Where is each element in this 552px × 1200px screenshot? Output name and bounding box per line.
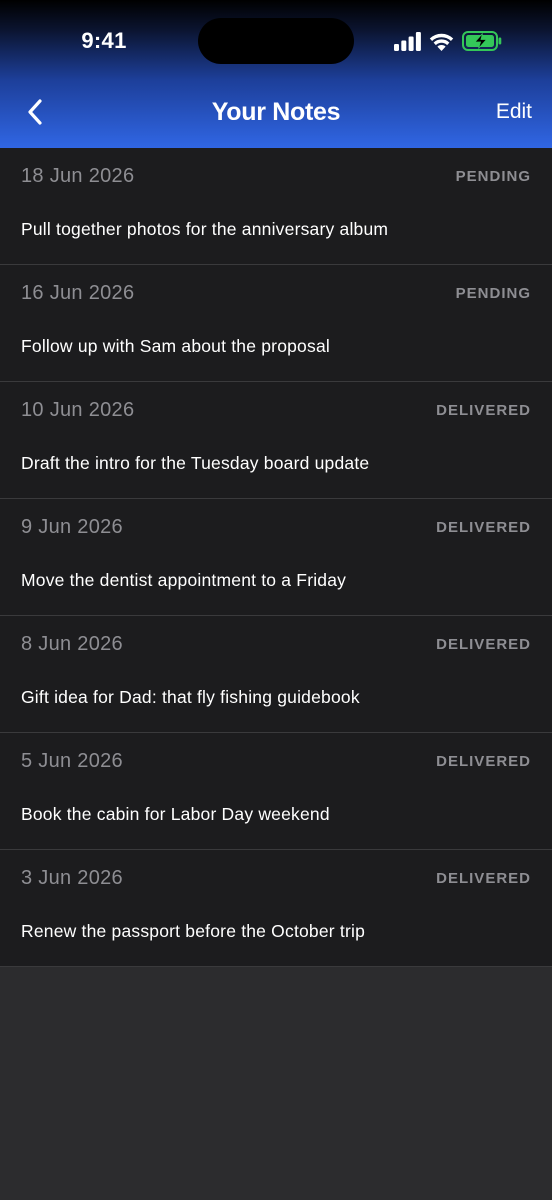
status-icons: [394, 30, 502, 52]
status-badge: DELIVERED: [436, 402, 531, 419]
status-badge: PENDING: [455, 285, 531, 302]
header-gradient: 9:41 Your Notes Edit: [0, 0, 552, 148]
note-text: Follow up with Sam about the proposal: [21, 336, 330, 356]
status-badge: DELIVERED: [436, 519, 531, 536]
status-badge: DELIVERED: [436, 870, 531, 887]
page-title: Your Notes: [211, 98, 341, 126]
wifi-icon: [429, 32, 454, 51]
note-date: 16 Jun 2026: [21, 282, 135, 304]
list-item[interactable]: 3 Jun 2026 DELIVERED Renew the passport …: [0, 850, 552, 967]
note-text: Draft the intro for the Tuesday board up…: [21, 453, 370, 473]
list-item[interactable]: 18 Jun 2026 PENDING Pull together photos…: [0, 148, 552, 265]
note-date: 10 Jun 2026: [21, 399, 135, 421]
navigation-bar: Your Notes Edit: [0, 80, 552, 148]
status-badge: DELIVERED: [436, 636, 531, 653]
dynamic-island: [198, 18, 354, 64]
status-badge: DELIVERED: [436, 753, 531, 770]
note-date: 5 Jun 2026: [21, 750, 123, 772]
list-item[interactable]: 8 Jun 2026 DELIVERED Gift idea for Dad: …: [0, 616, 552, 733]
note-text: Move the dentist appointment to a Friday: [21, 570, 347, 590]
note-text: Gift idea for Dad: that fly fishing guid…: [21, 687, 360, 707]
status-bar: 9:41: [0, 0, 552, 80]
list-item[interactable]: 5 Jun 2026 DELIVERED Book the cabin for …: [0, 733, 552, 850]
status-badge: PENDING: [455, 168, 531, 185]
note-text: Renew the passport before the October tr…: [21, 921, 366, 941]
cellular-signal-icon: [394, 31, 421, 51]
status-time: 9:41: [81, 28, 127, 53]
note-date: 8 Jun 2026: [21, 633, 123, 655]
list-item[interactable]: 10 Jun 2026 DELIVERED Draft the intro fo…: [0, 382, 552, 499]
list-item[interactable]: 16 Jun 2026 PENDING Follow up with Sam a…: [0, 265, 552, 382]
note-date: 3 Jun 2026: [21, 867, 123, 889]
note-date: 18 Jun 2026: [21, 165, 135, 187]
note-text: Pull together photos for the anniversary…: [21, 219, 389, 239]
notes-list: 18 Jun 2026 PENDING Pull together photos…: [0, 148, 552, 967]
battery-charging-icon: [462, 31, 502, 51]
back-button[interactable]: [14, 94, 56, 134]
edit-button[interactable]: Edit: [496, 100, 532, 124]
chevron-left-icon: [27, 98, 43, 131]
note-text: Book the cabin for Labor Day weekend: [21, 804, 330, 824]
list-item[interactable]: 9 Jun 2026 DELIVERED Move the dentist ap…: [0, 499, 552, 616]
note-date: 9 Jun 2026: [21, 516, 123, 538]
